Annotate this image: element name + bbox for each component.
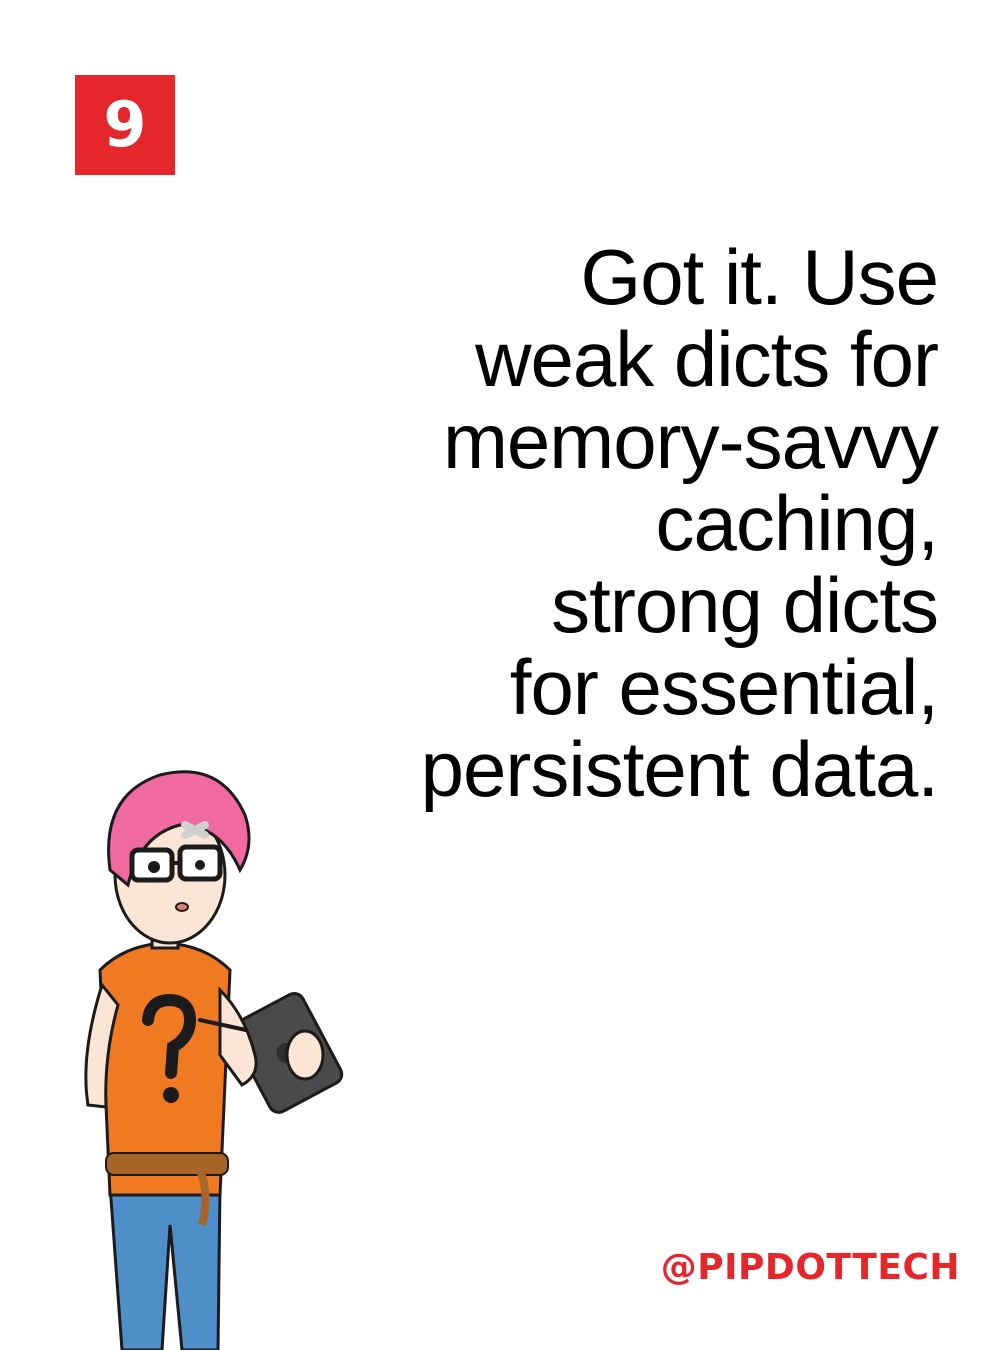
message-line: caching, xyxy=(655,479,939,567)
message-line: persistent data. xyxy=(420,725,939,813)
message-line: weak dicts for xyxy=(475,315,939,403)
character-illustration xyxy=(84,770,344,1350)
message-line: strong dicts xyxy=(551,561,939,649)
message-line: for essential, xyxy=(509,643,939,731)
social-handle: @PIPDOTTECH xyxy=(660,1247,960,1288)
message-line: memory-savvy xyxy=(442,397,939,485)
message-line: Got it. Use xyxy=(580,233,939,321)
main-message: Got it. Use weak dicts for memory-savvy … xyxy=(298,233,939,813)
page-number: 9 xyxy=(103,88,147,161)
page-number-badge: 9 xyxy=(75,75,175,175)
